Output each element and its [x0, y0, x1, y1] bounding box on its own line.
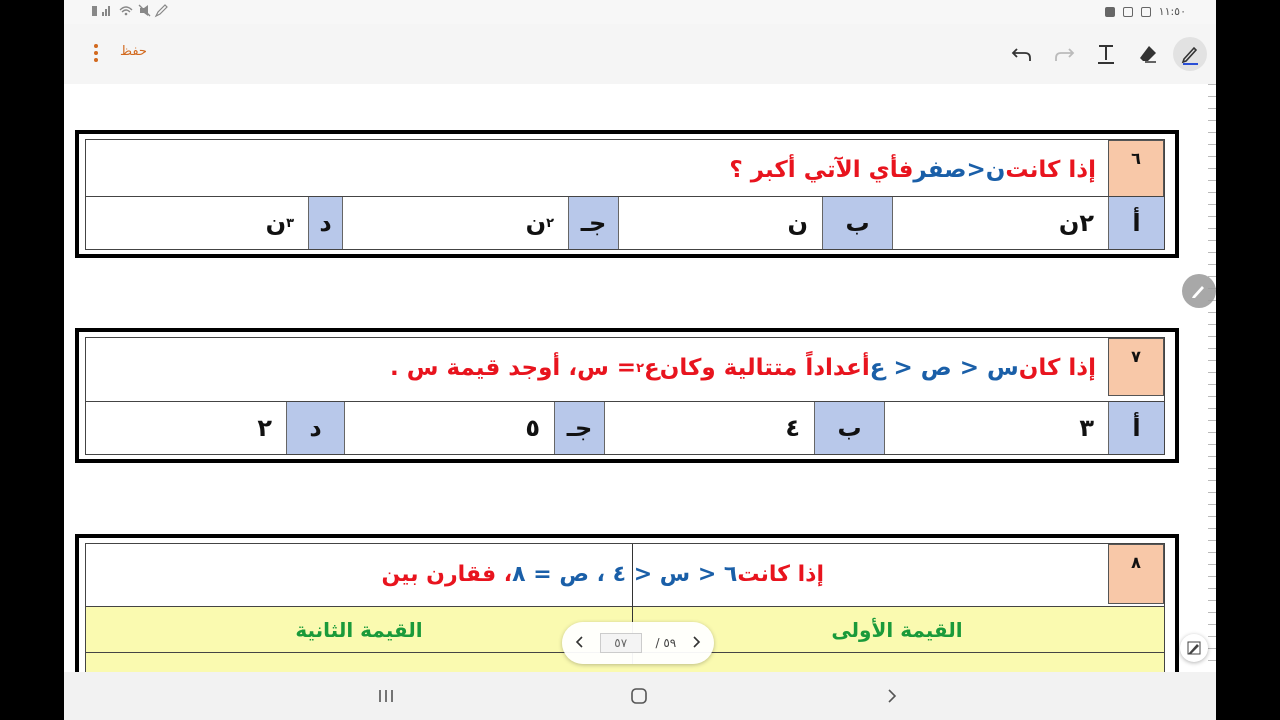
home-icon	[631, 688, 647, 704]
question-number: ٨	[1108, 544, 1164, 604]
status-time: ١١:٥٠	[1158, 5, 1186, 18]
answer-label-d[interactable]: د	[286, 402, 344, 454]
status-bar: ١١:٥٠	[64, 0, 1216, 24]
editor-toolbar: حفظ	[64, 24, 1216, 84]
answer-row: أ ٢ن ب ن جـ ن٢ د ن٣	[86, 196, 1164, 249]
status-icons-right: ١١:٥٠	[1104, 5, 1186, 18]
undo-button[interactable]	[1009, 41, 1035, 67]
text-icon	[1098, 45, 1114, 64]
answer-value-c[interactable]: ٥	[344, 402, 554, 454]
page-total: / ٥٩	[655, 636, 677, 650]
second-value-header: القيمة الثانية	[295, 618, 423, 642]
answer-value-a[interactable]: ٢ن	[892, 197, 1108, 249]
answer-label-a[interactable]: أ	[1108, 197, 1164, 249]
floating-edit-button[interactable]	[1180, 634, 1208, 662]
question-text: إذا كانت ٦ < س < ٤ ، ص = ٨ ، فقارن بين	[381, 561, 824, 587]
home-button[interactable]	[627, 686, 651, 706]
pen-tool-button[interactable]	[1173, 37, 1207, 71]
prev-page-button[interactable]	[574, 635, 586, 652]
battery-icon	[92, 4, 168, 18]
question-7-table: ٧ إذا كان س < ص < ع أعداداً متتالية وكان…	[85, 337, 1165, 455]
question-7-box: ٧ إذا كان س < ص < ع أعداداً متتالية وكان…	[75, 328, 1179, 463]
question-6-box: ٦ إذا كانت ن < صفر فأي الآتي أكبر ؟ أ ٢ن…	[75, 130, 1179, 258]
redo-button[interactable]	[1051, 41, 1077, 67]
question-text: إذا كانت ن < صفر فأي الآتي أكبر ؟	[729, 157, 1096, 183]
answer-label-d[interactable]: د	[308, 197, 342, 249]
answer-row: أ ٣ ب ٤ جـ ٥ د ٢	[86, 401, 1164, 454]
answer-value-d[interactable]: ن٣	[84, 197, 308, 249]
answer-label-b[interactable]: ب	[814, 402, 884, 454]
page-ruler	[1202, 84, 1216, 672]
page-navigator: / ٥٩	[562, 622, 714, 664]
chevron-right-icon	[693, 635, 701, 648]
recent-apps-icon	[379, 690, 393, 702]
answer-label-c[interactable]: جـ	[554, 402, 604, 454]
pen-icon	[1181, 46, 1198, 65]
tablet-screen: ١١:٥٠ حفظ ٦ إذا كانت ن < صفر فأي الآتي أ…	[64, 0, 1216, 720]
text-tool-button[interactable]	[1093, 41, 1119, 67]
system-navigation-bar	[64, 672, 1216, 720]
notification-icon	[1104, 6, 1115, 17]
question-text: إذا كان س < ص < ع أعداداً متتالية وكان ع…	[389, 355, 1096, 381]
answer-value-b[interactable]: ن	[618, 197, 822, 249]
eraser-icon	[1140, 46, 1156, 63]
next-page-button[interactable]	[690, 635, 702, 652]
question-number: ٦	[1108, 140, 1164, 198]
screen-record-icon	[1140, 6, 1151, 17]
save-button[interactable]: حفظ	[120, 44, 147, 59]
question-6-table: ٦ إذا كانت ن < صفر فأي الآتي أكبر ؟ أ ٢ن…	[85, 139, 1165, 250]
chevron-left-icon	[575, 635, 583, 648]
status-icons-left	[90, 4, 170, 21]
floating-pen-button[interactable]	[1182, 274, 1216, 308]
document-canvas[interactable]: ٦ إذا كانت ن < صفر فأي الآتي أكبر ؟ أ ٢ن…	[64, 84, 1216, 672]
back-icon	[888, 689, 897, 703]
answer-label-c[interactable]: جـ	[568, 197, 618, 249]
pen-icon	[1192, 286, 1204, 298]
edit-icon	[1187, 641, 1201, 655]
back-button[interactable]	[880, 686, 904, 706]
more-options-icon[interactable]	[94, 44, 98, 62]
screenshot-icon	[1122, 6, 1133, 17]
recent-apps-button[interactable]	[374, 686, 398, 706]
question-number: ٧	[1108, 338, 1164, 396]
redo-icon	[1055, 48, 1075, 61]
answer-label-a[interactable]: أ	[1108, 402, 1164, 454]
answer-label-b[interactable]: ب	[822, 197, 892, 249]
answer-value-b[interactable]: ٤	[604, 402, 814, 454]
answer-value-a[interactable]: ٣	[884, 402, 1108, 454]
answer-value-c[interactable]: ن٢	[342, 197, 568, 249]
undo-icon	[1011, 48, 1031, 61]
eraser-tool-button[interactable]	[1135, 41, 1161, 67]
page-number-input[interactable]	[599, 633, 642, 653]
answer-value-d[interactable]: ٢	[84, 402, 286, 454]
